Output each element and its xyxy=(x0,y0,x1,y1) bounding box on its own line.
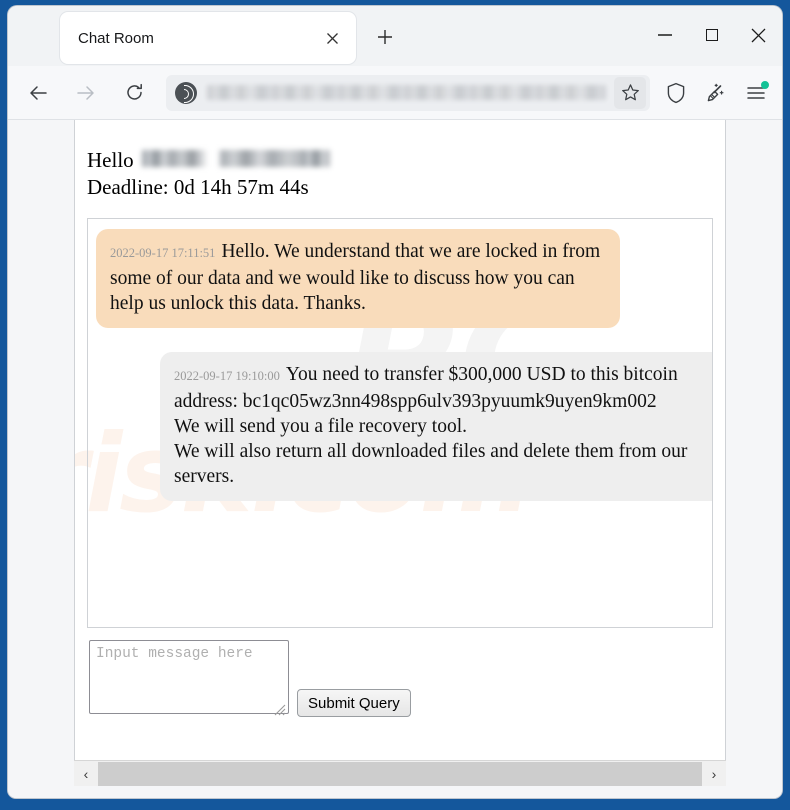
desktop-background: Chat Room Hello Deadline: 0d 14h 57m 44s… xyxy=(0,0,790,810)
tab-chat-room[interactable]: Chat Room xyxy=(60,12,356,64)
hamburger-menu-icon[interactable] xyxy=(736,73,776,113)
address-bar[interactable] xyxy=(166,74,650,111)
maximize-button[interactable] xyxy=(688,6,735,64)
window-controls xyxy=(641,6,782,64)
scroll-right-arrow-icon[interactable]: › xyxy=(702,761,726,786)
page-viewport: PC risk.com Hello Deadline: 0d 14h 57m 4… xyxy=(8,120,782,798)
horizontal-scrollbar[interactable]: ‹ › xyxy=(74,760,726,786)
ransom-chat-page: PC risk.com Hello Deadline: 0d 14h 57m 4… xyxy=(74,120,726,760)
star-icon[interactable] xyxy=(614,76,646,109)
scroll-left-arrow-icon[interactable]: ‹ xyxy=(74,761,98,786)
chat-message-outgoing: 2022-09-17 19:10:00 You need to transfer … xyxy=(160,352,712,501)
chat-message-list[interactable]: 2022-09-17 17:11:51 Hello. We understand … xyxy=(87,218,713,628)
message-timestamp: 2022-09-17 17:11:51 xyxy=(110,246,216,260)
tor-onion-icon xyxy=(175,81,197,104)
greeting-line: Hello xyxy=(87,148,713,173)
greeting-text: Hello xyxy=(87,148,134,172)
submit-query-button[interactable]: Submit Query xyxy=(297,689,411,717)
minimize-button[interactable] xyxy=(641,6,688,64)
tab-title: Chat Room xyxy=(78,29,154,47)
message-input[interactable] xyxy=(89,640,289,714)
browser-window: Chat Room Hello Deadline: 0d 14h 57m 44s… xyxy=(8,6,782,798)
message-timestamp: 2022-09-17 19:10:00 xyxy=(174,369,280,383)
reload-icon[interactable] xyxy=(116,75,152,111)
update-available-dot xyxy=(761,80,769,89)
shield-icon[interactable] xyxy=(656,73,696,113)
close-icon[interactable] xyxy=(318,24,346,52)
deadline-text: Deadline: 0d 14h 57m 44s xyxy=(87,175,309,199)
victim-name-redacted xyxy=(141,150,330,167)
close-window-button[interactable] xyxy=(735,6,782,64)
broom-icon[interactable] xyxy=(696,73,736,113)
forward-arrow-icon[interactable] xyxy=(68,75,104,111)
back-arrow-icon[interactable] xyxy=(20,75,56,111)
scrollbar-thumb[interactable] xyxy=(98,761,702,786)
maximize-icon xyxy=(705,29,718,41)
message-composer: Submit Query xyxy=(87,628,713,719)
navigation-toolbar xyxy=(8,66,782,120)
url-text-redacted xyxy=(207,85,606,100)
tab-strip: Chat Room xyxy=(8,6,782,66)
chat-message-incoming: 2022-09-17 17:11:51 Hello. We understand … xyxy=(96,229,620,328)
new-tab-button[interactable] xyxy=(368,21,402,53)
